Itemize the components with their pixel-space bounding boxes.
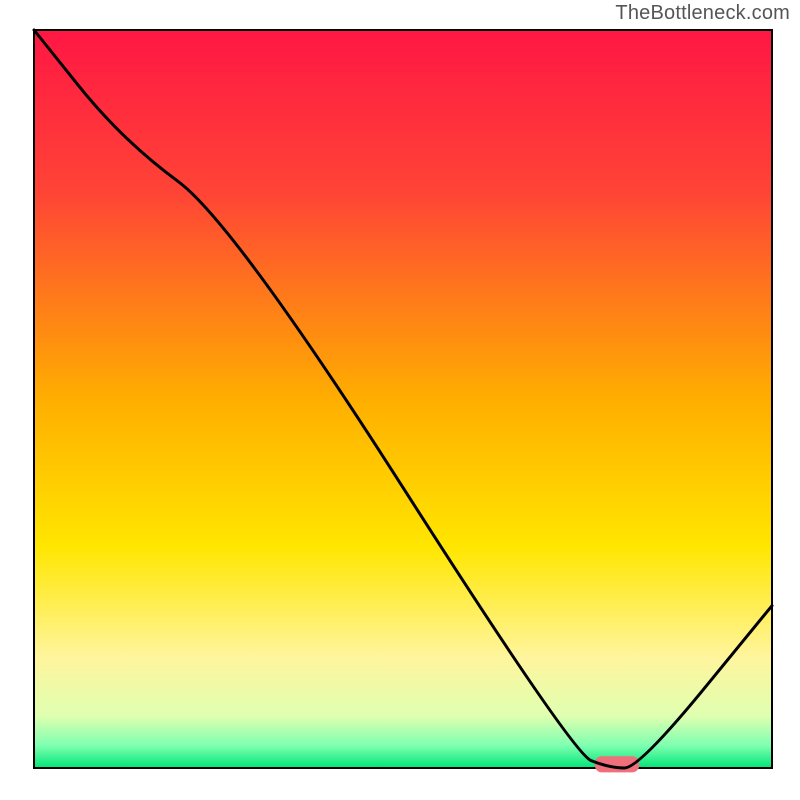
plot-area	[34, 30, 772, 768]
chart-page: TheBottleneck.com	[0, 0, 800, 800]
watermark-text: TheBottleneck.com	[615, 2, 790, 25]
bottleneck-chart	[0, 0, 800, 800]
